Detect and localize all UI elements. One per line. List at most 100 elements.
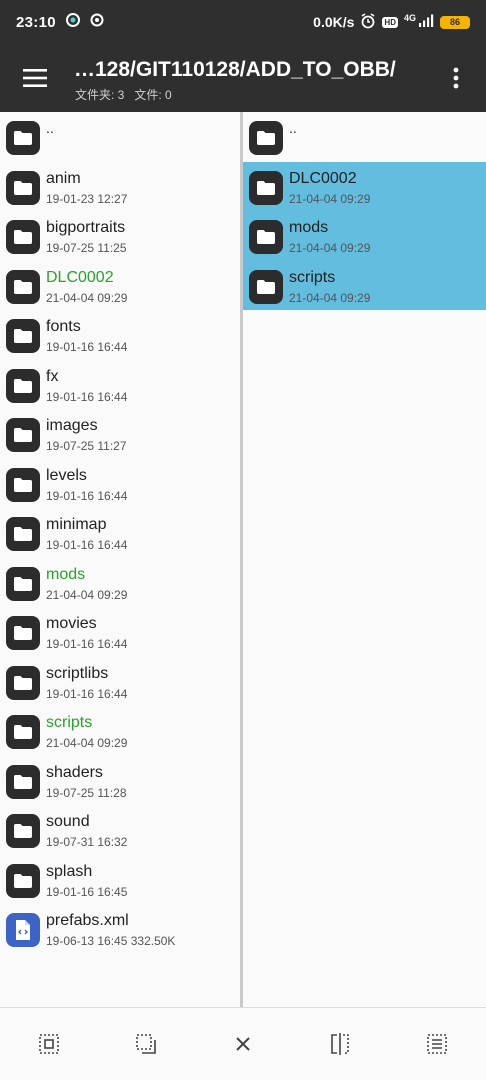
left-file-pane[interactable]: .. anim 19-01-23 12:27 bigportraits 19-07-2… <box>0 112 240 1007</box>
item-name: sound <box>46 813 90 830</box>
item-name: DLC0002 <box>289 169 357 187</box>
item-meta: 21-04-04 09:29 <box>46 736 128 750</box>
folder-row[interactable]: splash 19-01-16 16:45 <box>0 855 240 905</box>
select-all-icon[interactable] <box>29 1024 69 1064</box>
folder-row[interactable]: levels 19-01-16 16:44 <box>0 459 240 509</box>
folder-row[interactable]: mods 21-04-04 09:29 <box>0 558 240 608</box>
item-name: splash <box>46 862 93 880</box>
menu-icon[interactable] <box>22 68 48 88</box>
folder-icon <box>249 121 283 155</box>
folder-icon <box>6 764 40 799</box>
select-range-icon[interactable] <box>126 1024 166 1064</box>
item-name: mods <box>289 219 329 236</box>
folder-row[interactable]: fx 19-01-16 16:44 <box>0 360 240 410</box>
xml-file-icon <box>6 913 40 947</box>
item-meta: 19-07-31 16:32 <box>46 835 128 849</box>
app-bar: …128/GIT110128/ADD_TO_OBB/ 文件夹: 3 文件: 0 <box>0 44 486 112</box>
folder-icon <box>6 566 40 601</box>
files-count: 文件: 0 <box>134 88 172 102</box>
item-name: DLC0002 <box>46 268 114 286</box>
item-meta: 19-01-16 16:44 <box>46 340 128 354</box>
item-name: images <box>46 417 98 434</box>
item-name: mods <box>46 565 86 583</box>
item-meta: 19-07-25 11:25 <box>46 241 127 255</box>
folder-icon <box>6 368 40 403</box>
app-notification-icon <box>65 12 80 32</box>
folder-icon <box>6 517 40 551</box>
path-summary: 文件夹: 3 文件: 0 <box>75 86 172 103</box>
folder-row[interactable]: movies 19-01-16 16:44 <box>0 607 240 657</box>
right-file-list: DLC0002 21-04-04 09:29 mods 21-04-04 09:29 s… <box>243 161 486 310</box>
item-name: bigportraits <box>46 219 126 236</box>
item-meta: 21-04-04 09:29 <box>289 241 371 255</box>
item-meta: 19-01-16 16:45 <box>46 884 128 899</box>
folder-row[interactable]: DLC0002 21-04-04 09:29 <box>243 161 486 211</box>
folder-icon <box>6 170 40 205</box>
item-meta: 19-07-25 11:27 <box>46 439 127 453</box>
item-name: fx <box>46 367 59 385</box>
item-meta: 19-07-25 11:28 <box>46 785 127 800</box>
folder-row[interactable]: mods 21-04-04 09:29 <box>243 211 486 261</box>
folder-icon <box>249 170 283 205</box>
folder-icon <box>6 715 40 749</box>
folder-icon <box>6 814 40 848</box>
status-bar: 23:10 0.0K/s HD 4G 86 <box>0 0 486 44</box>
folder-row[interactable]: minimap 19-01-16 16:44 <box>0 508 240 558</box>
more-options-icon[interactable] <box>448 66 464 90</box>
folder-icon <box>6 220 40 254</box>
left-file-list: anim 19-01-23 12:27 bigportraits 19-07-25 1… <box>0 162 240 954</box>
item-name: scripts <box>289 268 336 286</box>
folder-row[interactable]: sound 19-07-31 16:32 <box>0 805 240 855</box>
item-meta: 21-04-04 09:29 <box>46 290 128 305</box>
item-meta: 19-06-13 16:45 332.50K <box>46 934 176 948</box>
item-meta: 19-01-16 16:44 <box>46 637 128 651</box>
folder-row[interactable]: scripts 21-04-04 09:29 <box>0 706 240 756</box>
folders-count: 文件夹: 3 <box>75 88 125 102</box>
folder-icon <box>6 665 40 700</box>
parent-directory-row[interactable]: .. <box>0 112 240 162</box>
split-compare-icon[interactable] <box>320 1024 360 1064</box>
close-icon[interactable] <box>223 1024 263 1064</box>
item-name: scriptlibs <box>46 664 109 682</box>
right-file-pane[interactable]: .. DLC0002 21-04-04 09:29 mods 21-04-04 09:… <box>243 112 486 1007</box>
folder-row[interactable]: images 19-07-25 11:27 <box>0 409 240 459</box>
parent-directory-label: .. <box>46 120 54 136</box>
bottom-action-bar <box>0 1007 486 1080</box>
item-name: movies <box>46 615 97 632</box>
file-row[interactable]: prefabs.xml 19-06-13 16:45 332.50K <box>0 904 240 954</box>
folder-row[interactable]: fonts 19-01-16 16:44 <box>0 310 240 360</box>
item-meta: 19-01-16 16:44 <box>46 686 128 701</box>
folder-row[interactable]: anim 19-01-23 12:27 <box>0 162 240 212</box>
item-name: anim <box>46 169 81 187</box>
signal-4g-label: 4G <box>403 13 416 23</box>
network-speed: 0.0K/s <box>313 14 355 30</box>
status-time: 23:10 <box>16 13 56 31</box>
item-meta: 19-01-23 12:27 <box>46 191 128 206</box>
folder-icon <box>6 863 40 898</box>
folder-icon <box>6 269 40 304</box>
folder-icon <box>6 616 40 650</box>
item-name: prefabs.xml <box>46 912 129 929</box>
alarm-icon <box>360 12 376 32</box>
item-meta: 21-04-04 09:29 <box>289 191 371 206</box>
folder-row[interactable]: scripts 21-04-04 09:29 <box>243 260 486 310</box>
item-meta: 19-01-16 16:44 <box>46 538 128 552</box>
folder-icon <box>6 121 40 155</box>
item-name: levels <box>46 466 87 484</box>
select-list-icon[interactable] <box>417 1024 457 1064</box>
item-name: shaders <box>46 763 103 781</box>
parent-directory-row[interactable]: .. <box>243 112 486 162</box>
parent-directory-label: .. <box>289 120 297 136</box>
folder-row[interactable]: bigportraits 19-07-25 11:25 <box>0 211 240 261</box>
folder-icon <box>249 220 283 254</box>
hd-icon: HD <box>382 16 398 28</box>
folder-row[interactable]: DLC0002 21-04-04 09:29 <box>0 261 240 311</box>
item-name: scripts <box>46 714 93 731</box>
folder-row[interactable]: shaders 19-07-25 11:28 <box>0 756 240 806</box>
item-name: fonts <box>46 318 81 335</box>
battery-indicator: 86 <box>440 15 470 29</box>
folder-row[interactable]: scriptlibs 19-01-16 16:44 <box>0 657 240 707</box>
item-meta: 21-04-04 09:29 <box>289 290 371 305</box>
folder-icon <box>6 418 40 452</box>
item-name: minimap <box>46 516 107 533</box>
